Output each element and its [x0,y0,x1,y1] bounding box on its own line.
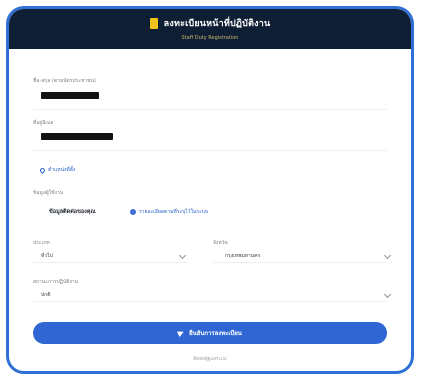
group-value: ข้อมูลติดต่อของคุณ [49,209,96,215]
divider [33,109,387,110]
name-value-masked[interactable] [41,92,99,99]
chevron-down-icon[interactable] [383,290,392,299]
group-info-link[interactable]: รายละเอียดตามที่ระบุไว้ในระบบ [130,208,208,216]
province-select-value[interactable]: กรุงเทพมหานคร [225,252,260,260]
divider [33,150,387,151]
select-underline [33,301,387,302]
pin-icon [38,166,47,174]
form-card: ลงทะเบียนหน้าที่ปฏิบัติงาน Staff Duty Re… [6,6,414,374]
province-label: จังหวัด [213,240,228,246]
footer-note: ติดต่อผู้ดูแลระบบ [193,357,227,362]
page-title: ลงทะเบียนหน้าที่ปฏิบัติงาน [163,19,271,29]
name-label: ชื่อ-สกุล (ตามบัตรประชาชน) [33,78,96,84]
submit-button[interactable]: ยืนยันการลงทะเบียน [33,322,387,344]
logo-icon [149,17,158,29]
page-subtitle: Staff Duty Registration [181,35,239,41]
status-select-value[interactable]: ปกติ [41,291,50,299]
select-underline [33,262,188,263]
email-value-masked[interactable] [41,133,113,140]
chevron-down-icon[interactable] [383,251,392,260]
type-label: ประเภท [33,240,50,246]
form-header: ลงทะเบียนหน้าที่ปฏิบัติงาน Staff Duty Re… [9,9,411,49]
send-icon [177,329,186,337]
type-select-value[interactable]: ทั่วไป [41,252,53,260]
form-body: ชื่อ-สกุล (ตามบัตรประชาชน) ที่อยู่อีเมล … [33,49,392,371]
info-icon [130,209,136,215]
email-label: ที่อยู่อีเมล [33,120,54,126]
location-link[interactable]: ตำแหน่งที่ตั้ง [38,166,75,174]
select-underline [213,262,387,263]
status-label: สถานะการปฏิบัติงาน [33,279,79,285]
chevron-down-icon[interactable] [178,251,187,260]
group-label: ข้อมูลผู้ใช้งาน [33,190,64,196]
